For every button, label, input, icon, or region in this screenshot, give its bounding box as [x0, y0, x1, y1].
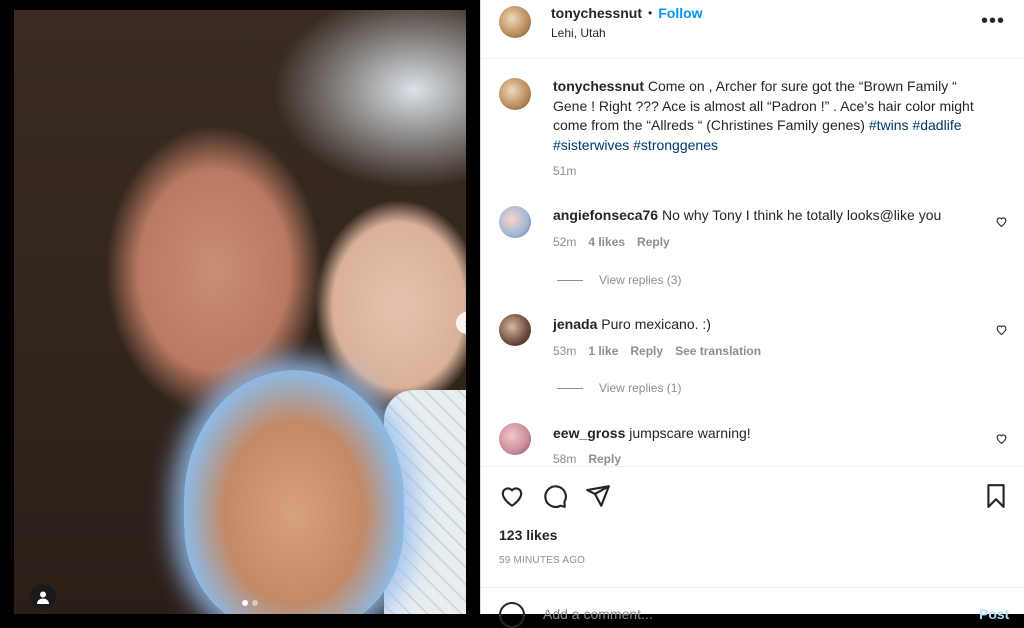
- hashtag-link[interactable]: #twins: [869, 117, 909, 133]
- comment-meta: 53m 1 like Reply See translation: [553, 344, 761, 358]
- hashtag-link[interactable]: #sisterwives: [553, 137, 629, 153]
- post-actions: 123 likes 59 MINUTES AGO: [481, 466, 1024, 587]
- separator-dot: •: [648, 6, 653, 20]
- comment-avatar[interactable]: [499, 206, 531, 238]
- comment-text: jumpscare warning!: [629, 425, 751, 441]
- comment-text: Puro mexicano. :): [601, 316, 711, 332]
- comment-meta: 52m 4 likes Reply: [553, 235, 670, 249]
- more-options-button[interactable]: •••: [981, 10, 1005, 33]
- reply-button[interactable]: Reply: [630, 344, 663, 358]
- replies-divider: [557, 279, 583, 281]
- comment-username[interactable]: eew_gross: [553, 425, 625, 441]
- emoji-icon[interactable]: [499, 602, 525, 628]
- carousel-dot: [242, 600, 248, 606]
- comment-time: 58m: [553, 452, 577, 466]
- view-replies-button[interactable]: View replies (3): [557, 273, 681, 287]
- hashtag-link[interactable]: #dadlife: [912, 117, 961, 133]
- inset-portrait: [184, 370, 404, 614]
- comment-avatar[interactable]: [499, 423, 531, 455]
- caption-time: 51m: [553, 164, 577, 178]
- author-avatar[interactable]: [499, 6, 531, 38]
- post-comment-button[interactable]: Post: [979, 606, 1009, 622]
- heart-icon[interactable]: [995, 432, 1008, 445]
- comment-likes[interactable]: 1 like: [588, 344, 618, 358]
- heart-icon[interactable]: [995, 215, 1008, 228]
- see-translation-button[interactable]: See translation: [675, 344, 761, 358]
- comment-username[interactable]: angiefonseca76: [553, 207, 658, 223]
- view-replies-label: View replies (1): [599, 381, 682, 395]
- post-timestamp: 59 MINUTES AGO: [499, 555, 586, 566]
- follow-button[interactable]: Follow: [658, 5, 702, 21]
- comment-input[interactable]: Add a comment...: [543, 606, 653, 622]
- comment-avatar[interactable]: [499, 314, 531, 346]
- view-replies-label: View replies (3): [599, 273, 682, 287]
- share-send-icon[interactable]: [585, 483, 611, 509]
- view-replies-button[interactable]: View replies (1): [557, 381, 681, 395]
- post-location[interactable]: Lehi, Utah: [551, 26, 606, 40]
- comment: angiefonseca76 No why Tony I think he to…: [553, 206, 953, 226]
- post-header: tonychessnut • Follow Lehi, Utah •••: [481, 0, 1024, 59]
- chevron-right-icon: ›: [465, 315, 466, 331]
- caption-avatar[interactable]: [499, 78, 531, 110]
- reply-button[interactable]: Reply: [637, 235, 670, 249]
- comment-time: 52m: [553, 235, 577, 249]
- like-heart-icon[interactable]: [499, 483, 525, 509]
- reply-button[interactable]: Reply: [588, 452, 621, 466]
- post-media[interactable]: ›: [14, 10, 466, 614]
- comment-likes[interactable]: 4 likes: [588, 235, 625, 249]
- add-comment-bar: Add a comment... Post: [481, 587, 1024, 628]
- carousel-dot: [252, 600, 258, 606]
- heart-icon[interactable]: [995, 323, 1008, 336]
- post-photo: [14, 10, 466, 614]
- post-detail-panel: tonychessnut • Follow Lehi, Utah ••• ton…: [480, 0, 1024, 628]
- likes-count[interactable]: 123 likes: [499, 527, 557, 543]
- comment-bubble-icon[interactable]: [542, 483, 568, 509]
- bookmark-icon[interactable]: [983, 483, 1009, 509]
- comment: jenada Puro mexicano. :): [553, 315, 953, 335]
- comment: eew_gross jumpscare warning!: [553, 424, 953, 444]
- replies-divider: [557, 387, 583, 389]
- caption-username[interactable]: tonychessnut: [553, 78, 644, 94]
- comment-meta: 58m Reply: [553, 452, 621, 466]
- comments-list[interactable]: tonychessnut Come on , Archer for sure g…: [481, 58, 1024, 466]
- ellipsis-icon: •••: [981, 10, 1006, 32]
- carousel-indicator: [242, 600, 258, 606]
- user-icon: [37, 591, 49, 604]
- caption: tonychessnut Come on , Archer for sure g…: [553, 77, 993, 155]
- comment-username[interactable]: jenada: [553, 316, 597, 332]
- hashtag-link[interactable]: #stronggenes: [633, 137, 718, 153]
- comment-text: No why Tony I think he totally looks@lik…: [661, 207, 942, 223]
- tagged-user-button[interactable]: [30, 584, 56, 610]
- comment-time: 53m: [553, 344, 577, 358]
- author-username[interactable]: tonychessnut: [551, 5, 642, 21]
